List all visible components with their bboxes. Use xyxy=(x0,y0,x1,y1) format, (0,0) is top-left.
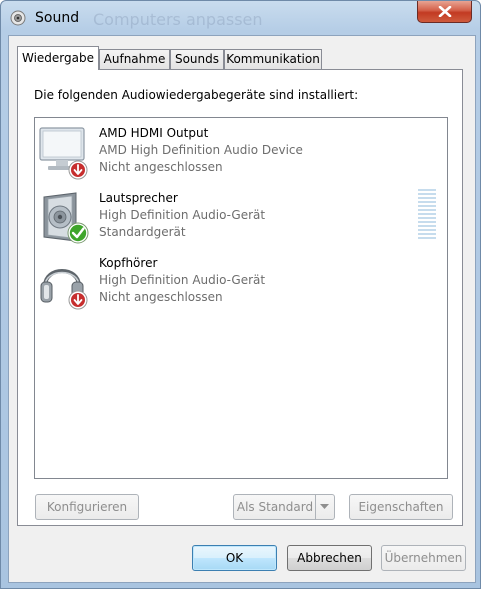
tab-wiedergabe[interactable]: Wiedergabe xyxy=(17,46,99,70)
chevron-down-icon xyxy=(320,504,329,509)
default-checkmark-icon xyxy=(67,222,89,244)
device-name: AMD HDMI Output xyxy=(99,126,209,140)
configure-button[interactable]: Konfigurieren xyxy=(35,494,139,520)
close-button[interactable] xyxy=(417,1,472,23)
device-status: Nicht angeschlossen xyxy=(99,160,223,174)
speaker-title-icon xyxy=(10,10,26,26)
disconnected-arrow-icon xyxy=(68,160,88,180)
volume-level-meter xyxy=(418,189,436,243)
device-status: Standardgerät xyxy=(99,225,186,239)
set-default-dropdown-arrow[interactable] xyxy=(315,495,334,519)
properties-button[interactable]: Eigenschaften xyxy=(349,494,453,520)
ok-button[interactable]: OK xyxy=(192,545,277,571)
playback-tab-panel: Die folgenden Audiowiedergabegeräte sind… xyxy=(17,69,463,526)
background-window-title: Computers anpassen xyxy=(93,10,263,29)
device-name: Lautsprecher xyxy=(99,191,178,205)
device-description: High Definition Audio-Gerät xyxy=(99,208,266,222)
speaker-icon xyxy=(43,192,89,244)
window-title: Sound xyxy=(35,10,80,26)
tab-kommunikation[interactable]: Kommunikation xyxy=(224,49,322,69)
panel-heading: Die folgenden Audiowiedergabegeräte sind… xyxy=(34,88,359,102)
monitor-icon xyxy=(39,127,88,180)
device-item-lautsprecher[interactable]: Lautsprecher High Definition Audio-Gerät… xyxy=(35,191,425,251)
title-bar[interactable]: Sound Computers anpassen xyxy=(1,1,480,35)
tab-aufnahme[interactable]: Aufnahme xyxy=(99,49,170,69)
device-description: High Definition Audio-Gerät xyxy=(99,273,266,287)
device-description: AMD High Definition Audio Device xyxy=(99,143,303,157)
apply-button[interactable]: Übernehmen xyxy=(381,545,466,571)
disconnected-arrow-icon xyxy=(68,290,88,310)
cancel-button[interactable]: Abbrechen xyxy=(287,545,372,571)
device-item-amd-hdmi[interactable]: AMD HDMI Output AMD High Definition Audi… xyxy=(35,126,425,186)
device-item-kopfhoerer[interactable]: Kopfhörer High Definition Audio-Gerät Ni… xyxy=(35,256,425,316)
headphones-icon xyxy=(40,269,88,310)
dialog-client-area: Wiedergabe Aufnahme Sounds Kommunikation… xyxy=(8,35,476,583)
tab-sounds[interactable]: Sounds xyxy=(170,49,224,69)
sound-dialog-window: Sound Computers anpassen Wiedergabe Aufn… xyxy=(0,0,481,589)
set-default-split-button[interactable]: Als Standard xyxy=(233,494,335,520)
device-status: Nicht angeschlossen xyxy=(99,290,223,304)
playback-device-list[interactable]: AMD HDMI Output AMD High Definition Audi… xyxy=(34,117,448,479)
device-name: Kopfhörer xyxy=(99,256,158,270)
close-icon xyxy=(438,6,452,17)
set-default-label: Als Standard xyxy=(236,500,314,514)
